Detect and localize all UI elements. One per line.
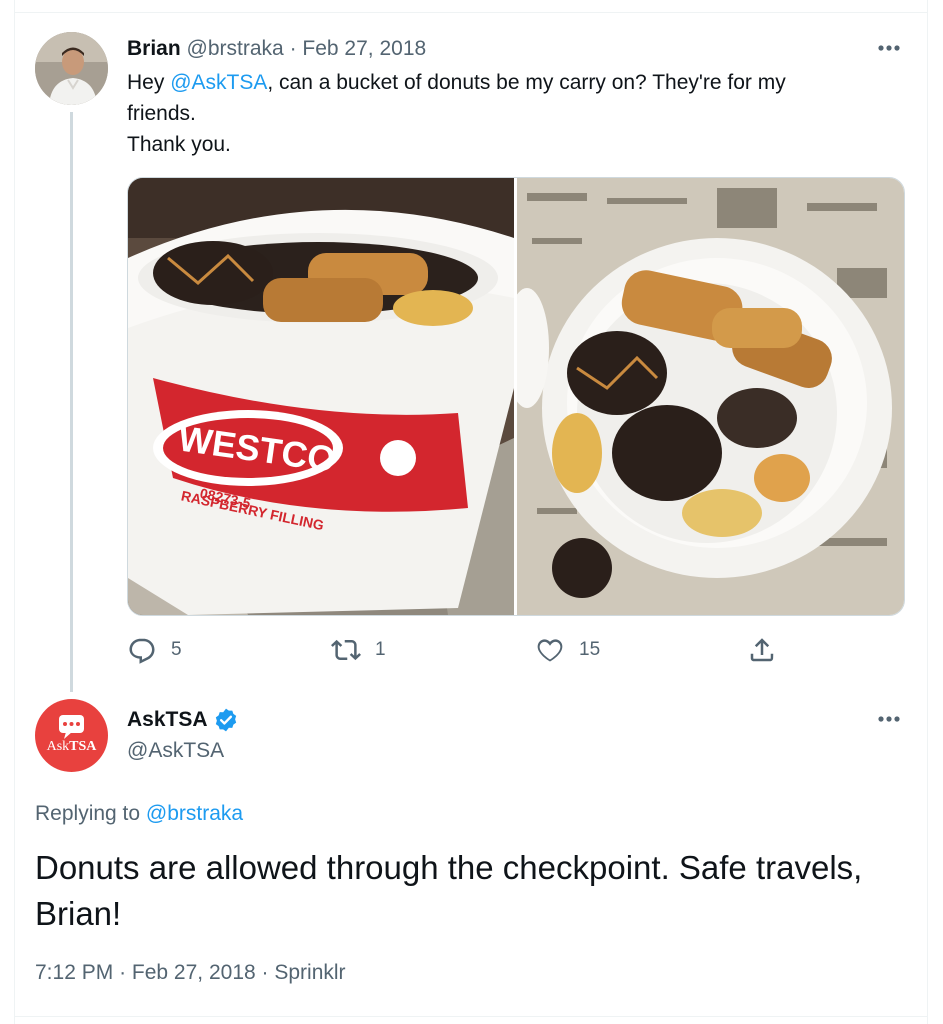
avatar[interactable] [35, 32, 108, 105]
author-name-text[interactable]: AskTSA [127, 707, 208, 733]
more-button[interactable] [872, 35, 906, 61]
avatar-logo-text: AskTSA [46, 739, 97, 754]
tweet-text: Hey @AskTSA, can a bucket of donuts be m… [127, 67, 887, 160]
reply-text: Donuts are allowed through the checkpoin… [35, 849, 863, 932]
tweet-time[interactable]: 7:12 PM [35, 961, 113, 984]
text-line: friends. [127, 102, 196, 125]
reply-count: 5 [171, 639, 182, 660]
author-name[interactable]: Brian [127, 37, 181, 60]
photo-bucket-top[interactable] [505, 178, 904, 615]
like-icon [537, 639, 563, 662]
share-button[interactable] [747, 632, 777, 668]
text-line: Thank you. [127, 133, 231, 156]
author-handle[interactable]: @brstraka [187, 37, 284, 60]
like-button[interactable]: 15 [535, 632, 600, 668]
more-icon [878, 716, 900, 722]
author-handle[interactable]: @AskTSA [127, 738, 224, 764]
verified-badge-icon [215, 708, 236, 732]
author-name[interactable]: AskTSA [127, 707, 239, 733]
separator: · [119, 961, 127, 984]
frame-border-left [14, 0, 15, 1024]
like-count: 15 [579, 639, 601, 660]
replying-to-link[interactable]: @brstraka [146, 802, 243, 825]
tweet-date[interactable]: Feb 27, 2018 [132, 961, 256, 984]
tweet-header: Brian @brstraka · Feb 27, 2018 [127, 36, 426, 62]
frame-border-right [927, 0, 928, 1024]
more-button[interactable] [872, 706, 906, 732]
separator: · [261, 961, 269, 984]
text-segment: Hey [127, 71, 171, 94]
more-icon [878, 45, 900, 51]
chat-bubble-icon [59, 715, 84, 739]
retweet-count: 1 [375, 639, 386, 660]
tweet-date[interactable]: Feb 27, 2018 [302, 37, 426, 60]
media-grid: WESTCO 08273-5 RASPBERRY FILLING [127, 177, 905, 616]
share-icon [750, 638, 774, 662]
reply-button[interactable]: 5 [127, 632, 182, 668]
separator: · [289, 37, 297, 60]
frame-border-bottom [14, 1016, 928, 1017]
tweet-actions: 5 1 15 [127, 632, 903, 668]
mention-link[interactable]: @AskTSA [170, 71, 267, 94]
photo-bucket-label[interactable]: WESTCO 08273-5 RASPBERRY FILLING [128, 178, 514, 615]
reply-icon [129, 638, 155, 664]
replying-prefix: Replying to [35, 802, 146, 825]
frame-border-top [14, 12, 928, 13]
tweet-source[interactable]: Sprinklr [274, 961, 345, 984]
text-segment: , can a bucket of donuts be my carry on?… [267, 71, 786, 94]
replying-to: Replying to @brstraka [35, 800, 243, 828]
tweet-meta: 7:12 PM · Feb 27, 2018 · Sprinklr [35, 959, 346, 987]
retweet-icon [331, 639, 361, 661]
avatar-asktsa[interactable]: AskTSA [35, 699, 108, 772]
retweet-button[interactable]: 1 [331, 632, 386, 668]
thread-line [70, 112, 73, 692]
